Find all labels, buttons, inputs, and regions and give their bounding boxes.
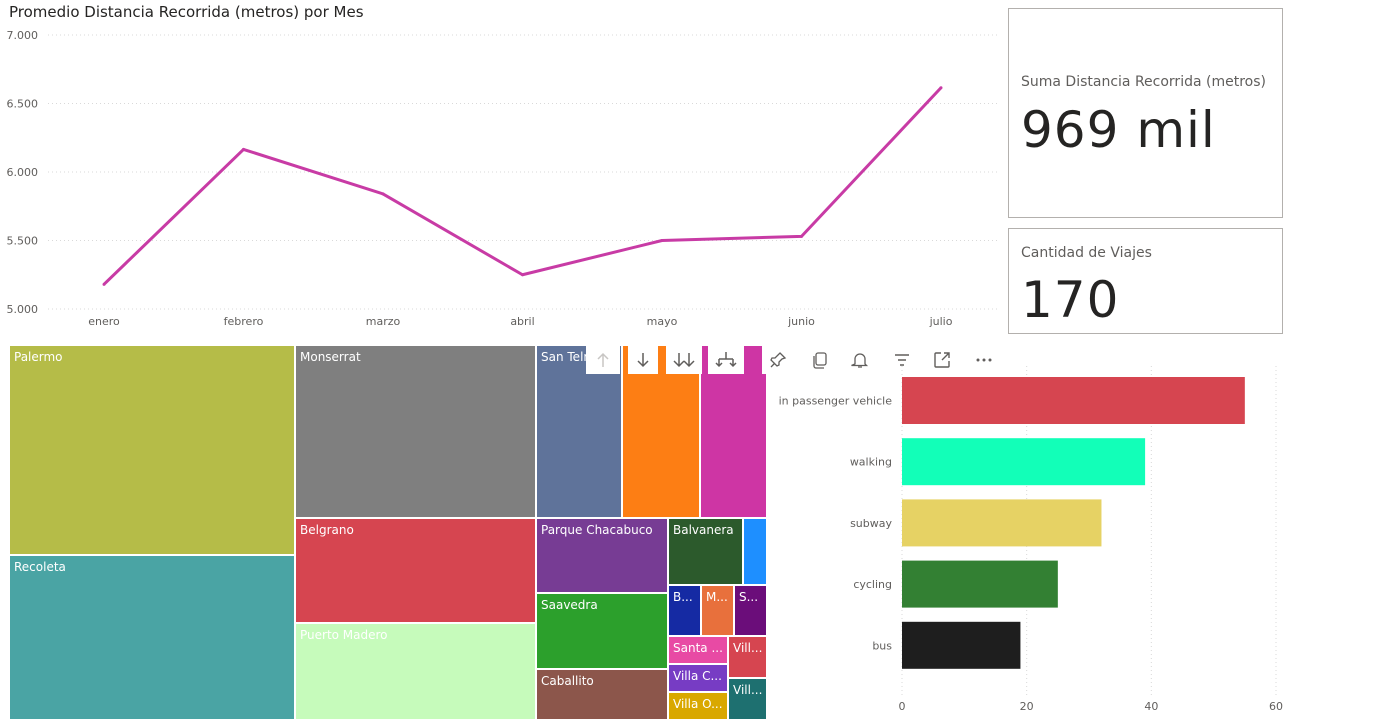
data-point[interactable] <box>381 192 385 196</box>
treemap-tile-label: Villa O... <box>673 697 723 711</box>
treemap-tile[interactable]: Palermo <box>9 345 295 555</box>
treemap-tile[interactable]: S... <box>734 585 767 636</box>
arrow-down-icon[interactable] <box>628 346 658 374</box>
y-tick-label: 5.000 <box>7 303 39 316</box>
card-trips-value: 170 <box>1021 271 1120 329</box>
treemap-tile-label: Palermo <box>14 350 63 364</box>
treemap-tile[interactable]: Puerto Madero <box>295 623 536 720</box>
expand-hierarchy-icon[interactable] <box>708 346 744 374</box>
treemap-tile-label: Caballito <box>541 674 594 688</box>
bar[interactable] <box>902 438 1146 486</box>
category-label: walking <box>850 456 892 469</box>
bar[interactable] <box>902 621 1021 669</box>
treemap-tile[interactable]: Recoleta <box>9 555 295 720</box>
treemap-tile-label: Parque Chacabuco <box>541 523 653 537</box>
x-tick-label: 0 <box>899 700 906 713</box>
treemap-tile-label: Saavedra <box>541 598 598 612</box>
line-chart[interactable]: 5.000 5.500 6.000 6.500 7.000 enero febrero mar… <box>0 24 1000 336</box>
x-tick-label: 60 <box>1269 700 1283 713</box>
treemap-tile[interactable]: M... <box>701 585 734 636</box>
x-tick-label: enero <box>88 315 120 328</box>
bar[interactable] <box>902 560 1058 608</box>
treemap-tile[interactable]: Vill... <box>728 636 767 678</box>
card-distance[interactable]: Suma Distancia Recorrida (metros) 969 mi… <box>1008 8 1283 218</box>
treemap-tile[interactable]: Saavedra <box>536 593 668 669</box>
category-label: in passenger vehicle <box>779 395 893 408</box>
treemap-tile[interactable]: Monserrat <box>295 345 536 518</box>
x-tick-label: 20 <box>1020 700 1034 713</box>
treemap-tile[interactable]: Santa ... <box>668 636 728 664</box>
treemap-tile-label: Monserrat <box>300 350 361 364</box>
card-trips-label: Cantidad de Viajes <box>1021 245 1152 261</box>
treemap-tile[interactable]: Villa C... <box>668 664 728 692</box>
treemap-tile-label: Balvanera <box>673 523 734 537</box>
treemap-tile-label: B... <box>673 590 693 604</box>
data-point[interactable] <box>800 234 803 238</box>
treemap-tile-label: S... <box>739 590 759 604</box>
treemap-tile-label: Vill... <box>733 683 763 697</box>
y-tick-label: 6.000 <box>7 166 39 179</box>
bar[interactable] <box>902 499 1102 547</box>
bar-chart[interactable]: 0 20 40 60 in passenger vehicle walking subway… <box>770 366 1290 721</box>
treemap-tile[interactable] <box>743 518 767 585</box>
data-point[interactable] <box>660 239 664 242</box>
x-tick-label: junio <box>787 315 815 328</box>
treemap-tile[interactable]: Villa O... <box>668 692 728 720</box>
treemap-tile[interactable]: Caballito <box>536 669 668 720</box>
card-distance-label: Suma Distancia Recorrida (metros) <box>1021 74 1266 90</box>
y-tick-label: 7.000 <box>7 29 39 42</box>
x-tick-label: julio <box>929 315 953 328</box>
treemap-tile-label: Belgrano <box>300 523 354 537</box>
x-tick-label: mayo <box>647 315 678 328</box>
double-arrow-down-icon[interactable] <box>666 346 702 374</box>
treemap-tile-label: Recoleta <box>14 560 66 574</box>
arrow-up-icon[interactable] <box>586 346 620 374</box>
series-line[interactable] <box>102 86 943 286</box>
card-trips[interactable]: Cantidad de Viajes 170 <box>1008 228 1283 334</box>
data-point[interactable] <box>939 86 943 90</box>
treemap-tile[interactable]: Parque Chacabuco <box>536 518 668 593</box>
card-distance-value: 969 mil <box>1021 101 1216 159</box>
treemap-tile-label: M... <box>706 590 728 604</box>
data-point[interactable] <box>102 282 106 286</box>
treemap-tile[interactable]: Balvanera <box>668 518 743 585</box>
treemap-tile-label: Vill... <box>733 641 763 655</box>
x-tick-label: febrero <box>224 315 264 328</box>
y-tick-label: 6.500 <box>7 98 39 111</box>
data-point[interactable] <box>521 273 524 277</box>
treemap-tile-label: Puerto Madero <box>300 628 388 642</box>
treemap-tile-label: Santa ... <box>673 641 723 655</box>
line-chart-title: Promedio Distancia Recorrida (metros) po… <box>9 3 364 21</box>
category-label: subway <box>850 517 892 530</box>
treemap-tile[interactable]: Vill... <box>728 678 767 720</box>
treemap-tile[interactable]: B... <box>668 585 701 636</box>
treemap-tile[interactable]: Belgrano <box>295 518 536 623</box>
x-tick-label: 40 <box>1144 700 1158 713</box>
bar[interactable] <box>902 377 1245 424</box>
x-tick-label: marzo <box>366 315 401 328</box>
x-tick-label: abril <box>510 315 534 328</box>
y-tick-label: 5.500 <box>7 235 39 248</box>
category-label: cycling <box>853 578 892 591</box>
data-point[interactable] <box>242 147 245 151</box>
treemap-tile-label: Villa C... <box>673 669 722 683</box>
category-label: bus <box>872 639 892 652</box>
